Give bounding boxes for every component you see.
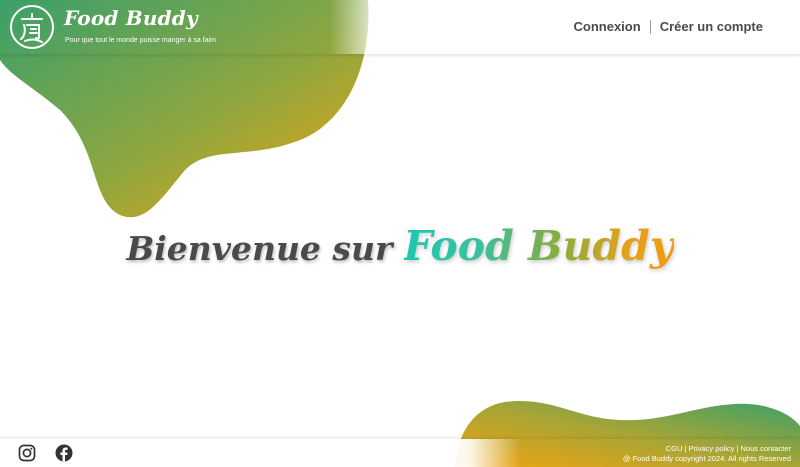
- privacy-policy-link[interactable]: Privacy policy: [689, 444, 735, 453]
- contact-link[interactable]: Nous contacter: [741, 444, 791, 453]
- welcome-lead-text: Bienvenue sur: [126, 229, 393, 268]
- food-buddy-logo-icon[interactable]: [10, 5, 54, 49]
- footer-links-row: CGU | Privacy policy | Nous contacter: [623, 444, 791, 454]
- login-link[interactable]: Connexion: [574, 19, 641, 34]
- nav-divider: [649, 19, 651, 34]
- brand-name[interactable]: Food Buddy: [64, 6, 198, 30]
- auth-nav: Connexion Créer un compte: [574, 19, 763, 34]
- brand-tagline: Pour que tout le monde puisse manger à s…: [65, 37, 216, 44]
- footer-legal: CGU | Privacy policy | Nous contacter @ …: [623, 444, 791, 464]
- cgu-link[interactable]: CGU: [666, 444, 683, 453]
- copyright-text: @ Food Buddy copyright 2024. All rights …: [622, 454, 791, 463]
- signup-link[interactable]: Créer un compte: [660, 19, 763, 34]
- instagram-icon[interactable]: [18, 444, 36, 462]
- welcome-brand-text: Food Buddy: [403, 222, 674, 270]
- facebook-icon[interactable]: [55, 444, 73, 462]
- page-footer: CGU | Privacy policy | Nous contacter @ …: [0, 439, 800, 467]
- top-navbar: Food Buddy Pour que tout le monde puisse…: [0, 0, 800, 54]
- welcome-heading: Bienvenue sur Food Buddy: [0, 222, 800, 270]
